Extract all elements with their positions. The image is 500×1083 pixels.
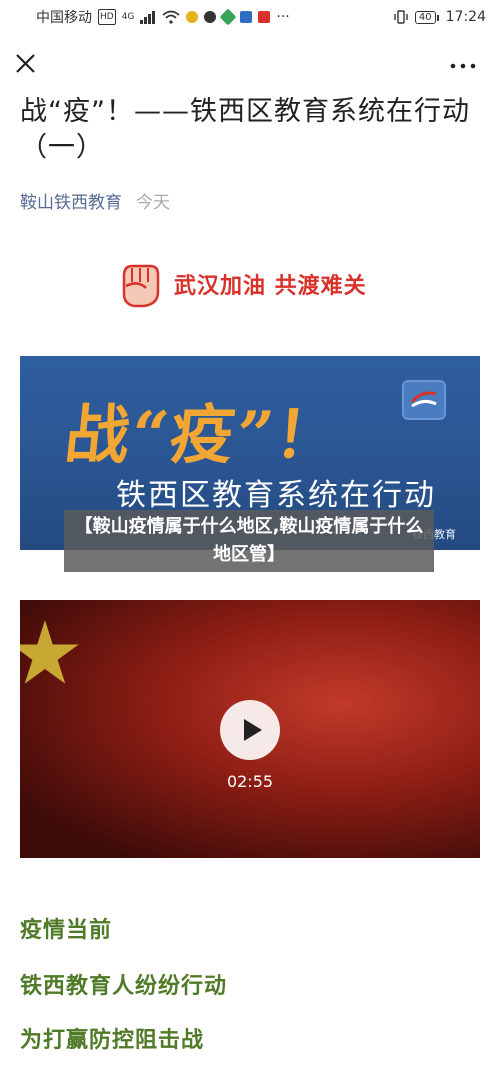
education-logo-icon (402, 380, 446, 420)
section-line: 为打赢防控阻击战 (20, 1028, 205, 1053)
status-right: 40 17:24 (393, 9, 486, 25)
article-title: 战“疫”！——铁西区教育系统在行动（一） (20, 96, 470, 163)
logo-mark-icon (410, 391, 437, 408)
signal-icon (140, 11, 156, 24)
app-notification-icon (240, 11, 253, 23)
status-bar: 中国移动 HD 4G ··· 40 17:24 (0, 0, 500, 34)
flag-star-icon (20, 620, 79, 684)
carrier-label: 中国移动 (36, 10, 92, 26)
app-notification-icon (258, 11, 271, 23)
slogan-banner: 武汉加油 共渡难关 (116, 258, 367, 310)
status-left: 中国移动 HD 4G ··· (36, 7, 290, 27)
clock-label: 17:24 (445, 9, 486, 25)
overlay-caption: 【鞍山疫情属于什么地区,鞍山疫情属于什么地区管】 (64, 510, 434, 572)
app-notification-icon (204, 11, 217, 23)
wifi-icon (162, 10, 180, 24)
video-duration: 02:55 (226, 772, 274, 791)
section-line: 疫情当前 (20, 918, 113, 943)
close-icon[interactable] (12, 50, 40, 78)
vibrate-icon (394, 10, 408, 24)
play-button[interactable] (220, 700, 280, 760)
section-line: 铁西教育人纷纷行动 (20, 974, 228, 999)
app-notification-icon (219, 8, 237, 26)
app-notification-icon (186, 11, 199, 23)
battery-indicator: 40 (414, 10, 439, 24)
network-label: 4G (121, 12, 135, 22)
banner-headline: 战“疫”！ (61, 398, 345, 473)
slogan-text: 武汉加油 共渡难关 (174, 274, 367, 299)
more-icon[interactable] (446, 50, 480, 78)
hd-icon: HD (98, 9, 116, 25)
banner-subline: 铁西区教育系统在行动 (116, 478, 436, 513)
author-link[interactable]: 鞍山铁西教育 (20, 188, 122, 213)
nav-bar (0, 44, 500, 84)
article-meta: 鞍山铁西教育 今天 (20, 188, 170, 213)
more-notifications-label: ··· (276, 9, 290, 25)
video-player[interactable]: 02:55 (20, 600, 480, 858)
publish-date: 今天 (136, 193, 170, 213)
fist-icon (122, 264, 160, 308)
